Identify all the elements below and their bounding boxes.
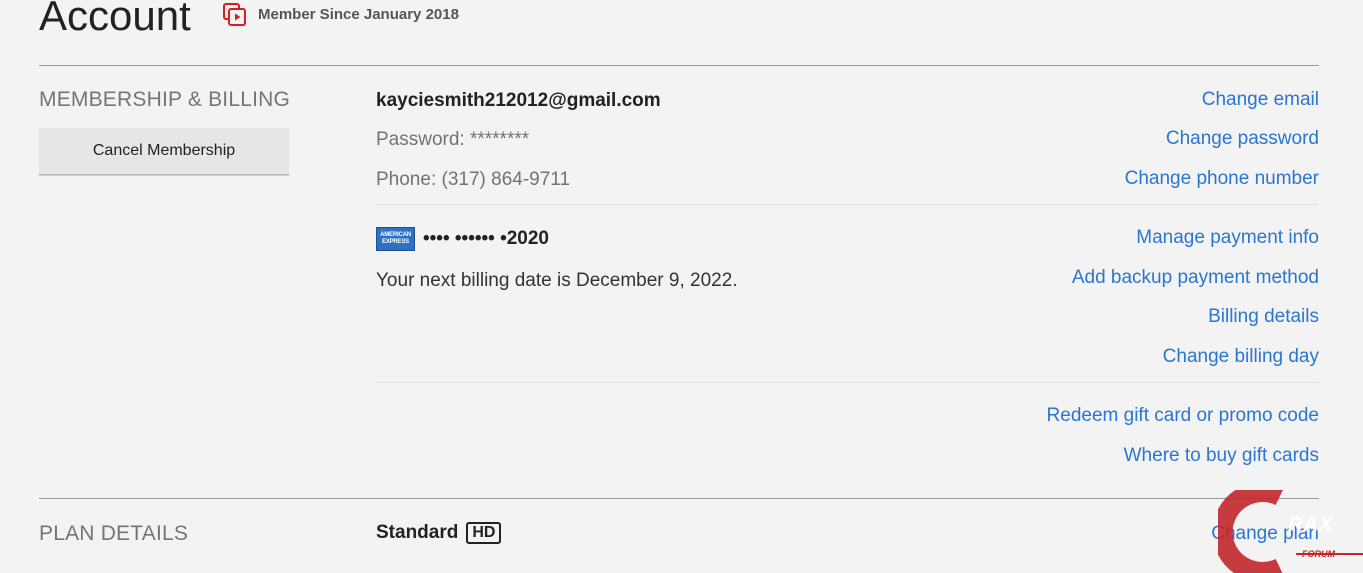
watermark-sub: FORUM <box>1302 549 1335 559</box>
cancel-membership-button[interactable]: Cancel Membership <box>39 128 289 175</box>
plan-name: Standard <box>376 522 459 543</box>
header: Account <box>39 0 191 44</box>
plan-info: Standard HD <box>376 522 502 544</box>
billing-details-link[interactable]: Billing details <box>1208 305 1319 329</box>
payment-card: AMERICAN EXPRESS •••• •••••• •2020 <box>376 227 549 251</box>
amex-logo-line1: AMERICAN <box>380 232 411 238</box>
member-since-text: Member Since January 2018 <box>258 6 459 23</box>
change-email-link[interactable]: Change email <box>1202 88 1319 112</box>
next-billing-date: Your next billing date is December 9, 20… <box>376 270 738 291</box>
manage-payment-link[interactable]: Manage payment info <box>1136 226 1319 250</box>
account-email: kayciesmith212012@gmail.com <box>376 90 661 111</box>
where-to-buy-gift-cards-link[interactable]: Where to buy gift cards <box>1124 444 1319 468</box>
redeem-gift-card-link[interactable]: Redeem gift card or promo code <box>1047 404 1319 428</box>
hd-badge: HD <box>466 522 502 544</box>
account-phone: Phone: (317) 864-9711 <box>376 169 571 190</box>
add-backup-payment-link[interactable]: Add backup payment method <box>1072 266 1319 290</box>
plan-details-title: PLAN DETAILS <box>39 522 189 545</box>
change-phone-link[interactable]: Change phone number <box>1125 167 1319 191</box>
page-title: Account <box>39 0 191 39</box>
change-billing-day-link[interactable]: Change billing day <box>1163 345 1319 369</box>
amex-card-icon: AMERICAN EXPRESS <box>376 227 415 251</box>
section-divider <box>39 65 1319 66</box>
subsection-divider <box>376 382 1319 383</box>
card-number: •••• •••••• •2020 <box>423 228 549 249</box>
account-password: Password: ******** <box>376 129 530 150</box>
membership-billing-title: MEMBERSHIP & BILLING <box>39 88 291 111</box>
change-plan-link[interactable]: Change plan <box>1211 522 1319 546</box>
membership-badge-icon <box>222 2 248 28</box>
account-page: Account Member Since January 2018 MEMBER… <box>0 0 1363 573</box>
member-since: Member Since January 2018 <box>222 2 459 28</box>
amex-logo-line2: EXPRESS <box>382 239 409 245</box>
change-password-link[interactable]: Change password <box>1166 127 1319 151</box>
section-divider <box>39 498 1319 499</box>
subsection-divider <box>376 204 1319 205</box>
